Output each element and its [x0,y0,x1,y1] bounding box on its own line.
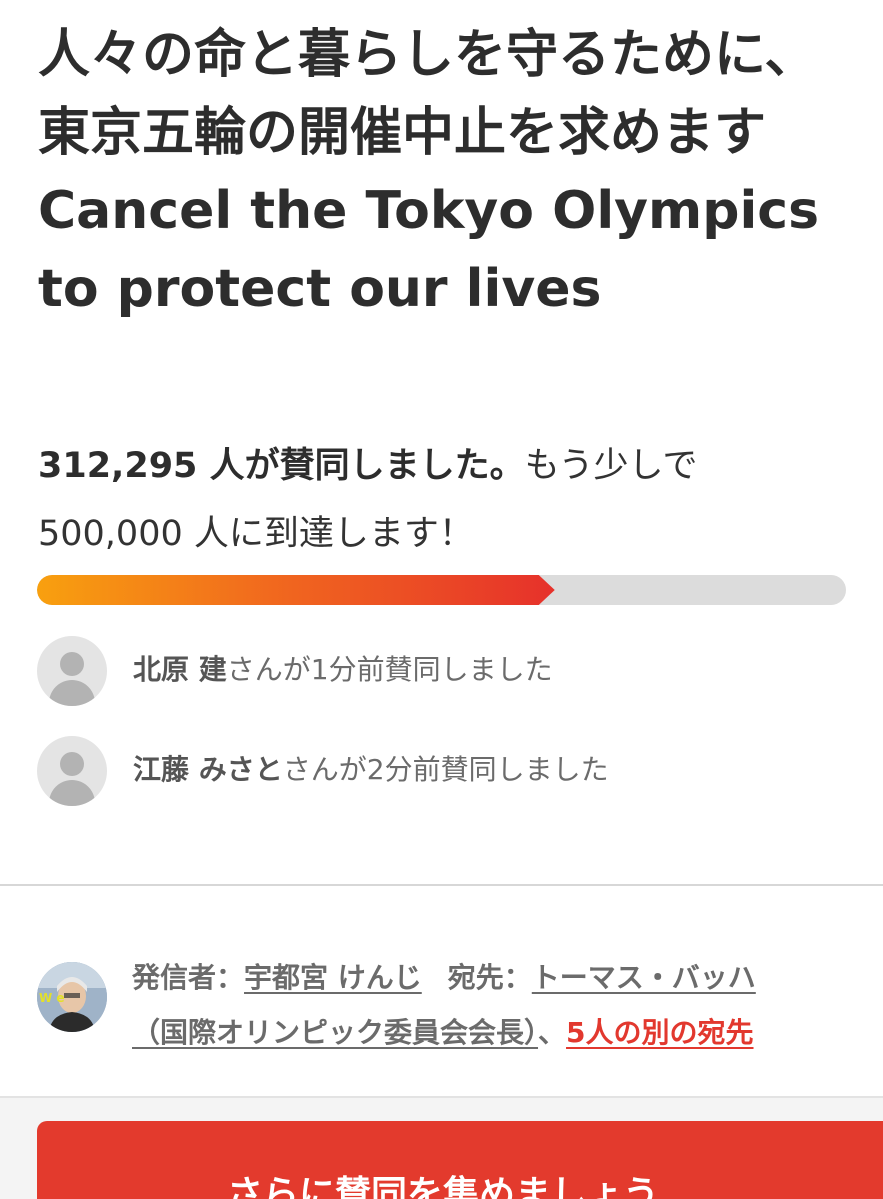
recent-signer-name: 江藤 みさと [133,753,283,786]
recipient-title-link[interactable]: （国際オリンピック委員会会長） [132,1016,538,1049]
avatar-badge-text: W e [39,991,65,1005]
recent-signer-action: さんが1分前賛同しました [226,653,553,686]
signature-progress-bar [37,575,846,605]
recent-signer-name: 北原 建 [133,653,227,686]
recipient-name-link[interactable]: トーマス・バッハ [532,961,756,994]
default-user-avatar-icon [37,636,107,706]
recent-signer-text: 江藤 みさとさんが2分前賛同しました [133,748,609,792]
signature-progress-text: 312,295 人が賛同しました。もう少しで 500,000 人に到達します！ [38,432,858,568]
starter-avatar[interactable]: W e [37,962,107,1032]
starter-info: 発信者：宇都宮 けんじ 宛先：トーマス・バッハ （国際オリンピック委員会会長）、5… [132,950,852,1060]
goal-text-1: もう少しで [524,446,698,486]
recipient-separator: 、 [538,1016,567,1049]
goal-text-2: 500,000 人に到達します！ [38,514,474,554]
recent-signer-action: さんが2分前賛同しました [282,753,609,786]
default-user-avatar-icon [37,736,107,806]
gather-more-signatures-button[interactable]: さらに賛同を集めましょう [37,1121,883,1199]
other-recipients-link[interactable]: 5人の別の宛先 [566,1016,753,1049]
recipient-label: 宛先： [447,961,532,994]
section-divider [0,884,883,886]
recent-signer: 北原 建さんが1分前賛同しました [37,636,837,708]
starter-name-link[interactable]: 宇都宮 けんじ [244,961,422,994]
starter-label: 発信者： [132,961,245,994]
recent-signer: 江藤 みさとさんが2分前賛同しました [37,736,837,808]
recent-signer-text: 北原 建さんが1分前賛同しました [133,648,553,692]
progress-bar-fill [37,575,555,605]
signed-count: 312,295 人が賛同しました。 [38,446,525,486]
petition-title: 人々の命と暮らしを守るために、東京五輪の開催中止を求めます Cancel the… [38,25,820,319]
petition-page: 人々の命と暮らしを守るために、東京五輪の開催中止を求めます Cancel the… [0,0,883,1199]
user-photo-avatar: W e [37,962,107,1032]
